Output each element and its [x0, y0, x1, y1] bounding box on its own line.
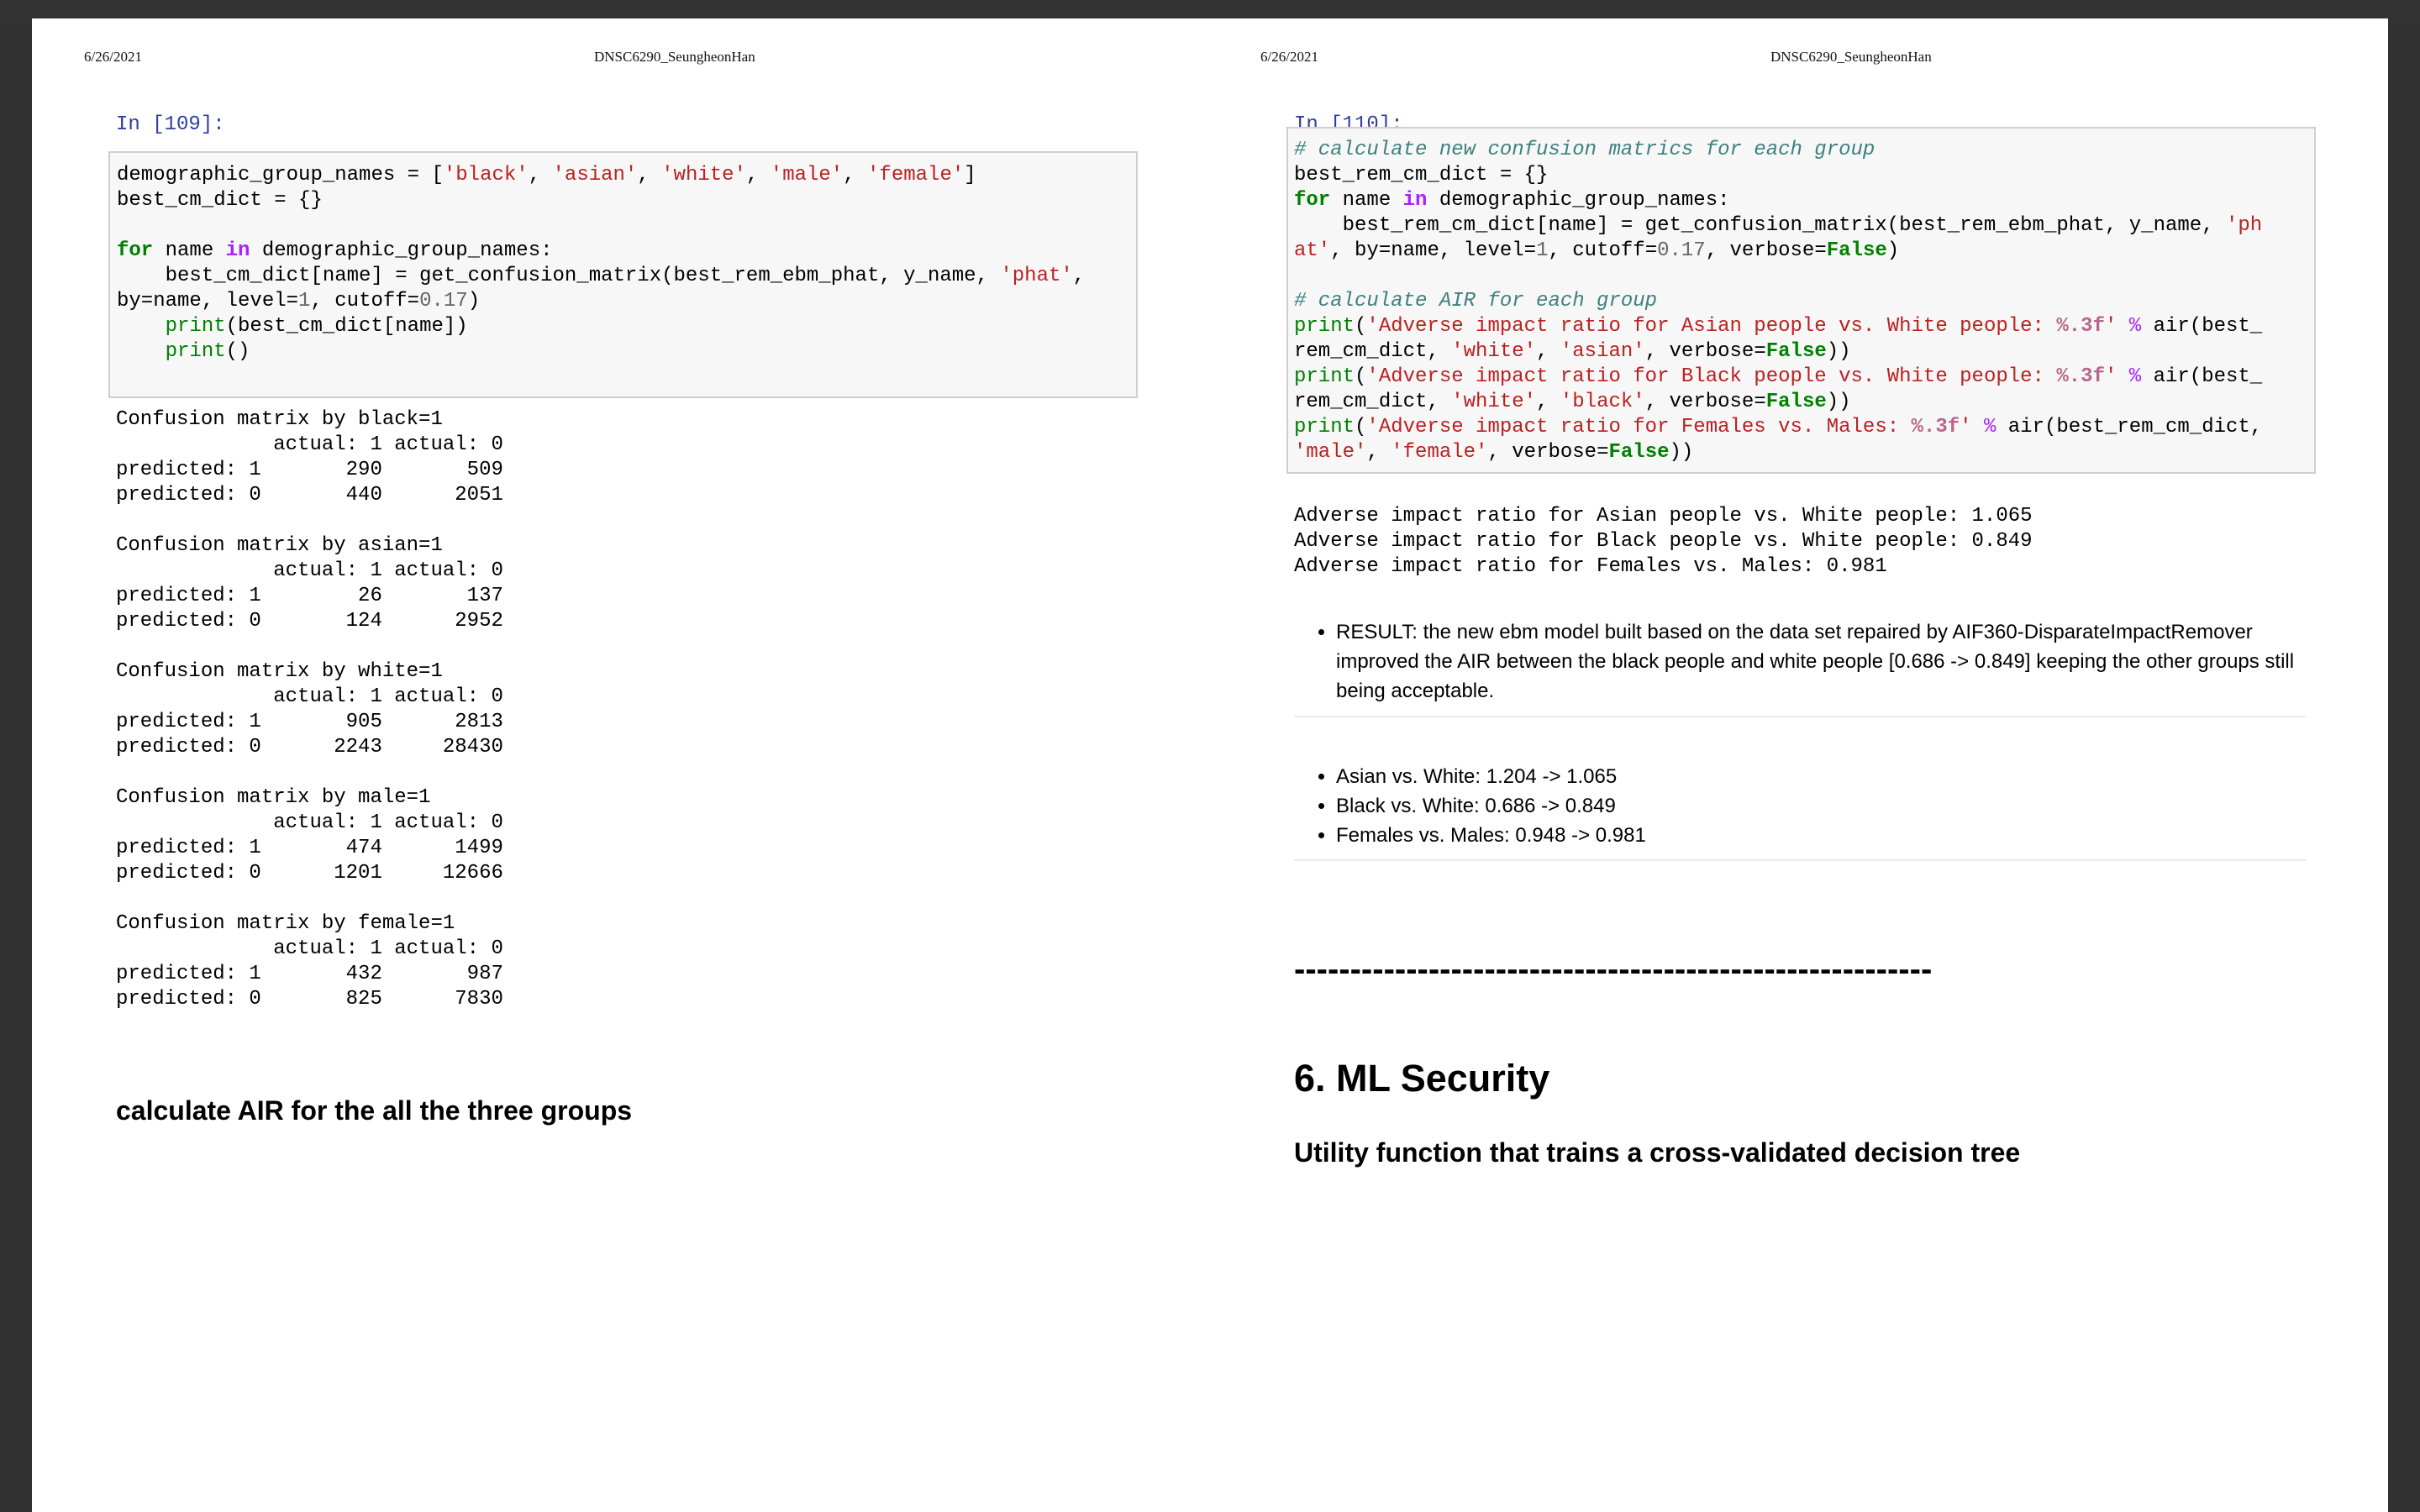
- output-line: actual: 1 actual: 0: [116, 559, 503, 582]
- cell-output: Adverse impact ratio for Asian people vs…: [1294, 504, 2033, 580]
- output-line: Confusion matrix by white=1: [116, 660, 443, 683]
- output-line: Confusion matrix by asian=1: [116, 534, 443, 557]
- output-line: Adverse impact ratio for Females vs. Mal…: [1294, 555, 1887, 578]
- document-viewer[interactable]: 6/26/2021 DNSC6290_SeungheonHan In [109]…: [32, 18, 2388, 1512]
- divider: [1294, 859, 2307, 861]
- section-heading: 6. ML Security: [1294, 1057, 1550, 1100]
- page-date: 6/26/2021: [84, 49, 142, 65]
- divider: [1294, 716, 2307, 717]
- result-note: RESULT: the new ebm model built based on…: [1294, 617, 2302, 706]
- list-item: Females vs. Males: 0.948 -> 0.981: [1336, 821, 2302, 850]
- output-line: Confusion matrix by black=1: [116, 408, 443, 431]
- output-line: predicted: 0 1201 12666: [116, 862, 503, 885]
- right-page: 6/26/2021 DNSC6290_SeungheonHan In [110]…: [1208, 18, 2385, 1512]
- list-item: Asian vs. White: 1.204 -> 1.065: [1336, 762, 2302, 791]
- output-line: Confusion matrix by male=1: [116, 786, 431, 809]
- output-line: Adverse impact ratio for Black people vs…: [1294, 530, 2033, 553]
- output-line: Adverse impact ratio for Asian people vs…: [1294, 505, 2033, 528]
- viewer-top-bar: [0, 0, 2420, 18]
- output-line: predicted: 0 825 7830: [116, 988, 503, 1011]
- subsection-heading: Utility function that trains a cross-val…: [1294, 1137, 2021, 1168]
- cell-prompt: In [109]:: [116, 113, 225, 136]
- separator-line: ----------------------------------------…: [1294, 951, 1933, 988]
- list-item: Black vs. White: 0.686 -> 0.849: [1336, 791, 2302, 821]
- result-bullet: RESULT: the new ebm model built based on…: [1336, 617, 2302, 706]
- output-line: actual: 1 actual: 0: [116, 937, 503, 960]
- output-line: predicted: 1 432 987: [116, 963, 503, 985]
- page-title: DNSC6290_SeungheonHan: [594, 49, 755, 65]
- output-line: actual: 1 actual: 0: [116, 811, 503, 834]
- markdown-heading: calculate AIR for the all the three grou…: [116, 1095, 633, 1126]
- output-line: predicted: 0 2243 28430: [116, 736, 503, 759]
- comparison-list: Asian vs. White: 1.204 -> 1.065 Black vs…: [1294, 762, 2302, 850]
- left-page: 6/26/2021 DNSC6290_SeungheonHan In [109]…: [32, 18, 1208, 1512]
- output-line: actual: 1 actual: 0: [116, 685, 503, 708]
- output-line: predicted: 1 290 509: [116, 459, 503, 481]
- output-line: predicted: 1 474 1499: [116, 837, 503, 859]
- output-line: Confusion matrix by female=1: [116, 912, 455, 935]
- page-title: DNSC6290_SeungheonHan: [1770, 49, 1932, 65]
- output-line: predicted: 0 440 2051: [116, 484, 503, 507]
- output-line: predicted: 1 26 137: [116, 585, 503, 607]
- output-line: actual: 1 actual: 0: [116, 433, 503, 456]
- cell-output: Confusion matrix by black=1 actual: 1 ac…: [116, 407, 503, 1012]
- page-date: 6/26/2021: [1260, 49, 1318, 65]
- output-line: predicted: 1 905 2813: [116, 711, 503, 733]
- code-input: demographic_group_names = ['black', 'asi…: [117, 164, 1086, 363]
- output-line: predicted: 0 124 2952: [116, 610, 503, 633]
- code-input: # calculate new confusion matrics for ea…: [1294, 139, 2263, 464]
